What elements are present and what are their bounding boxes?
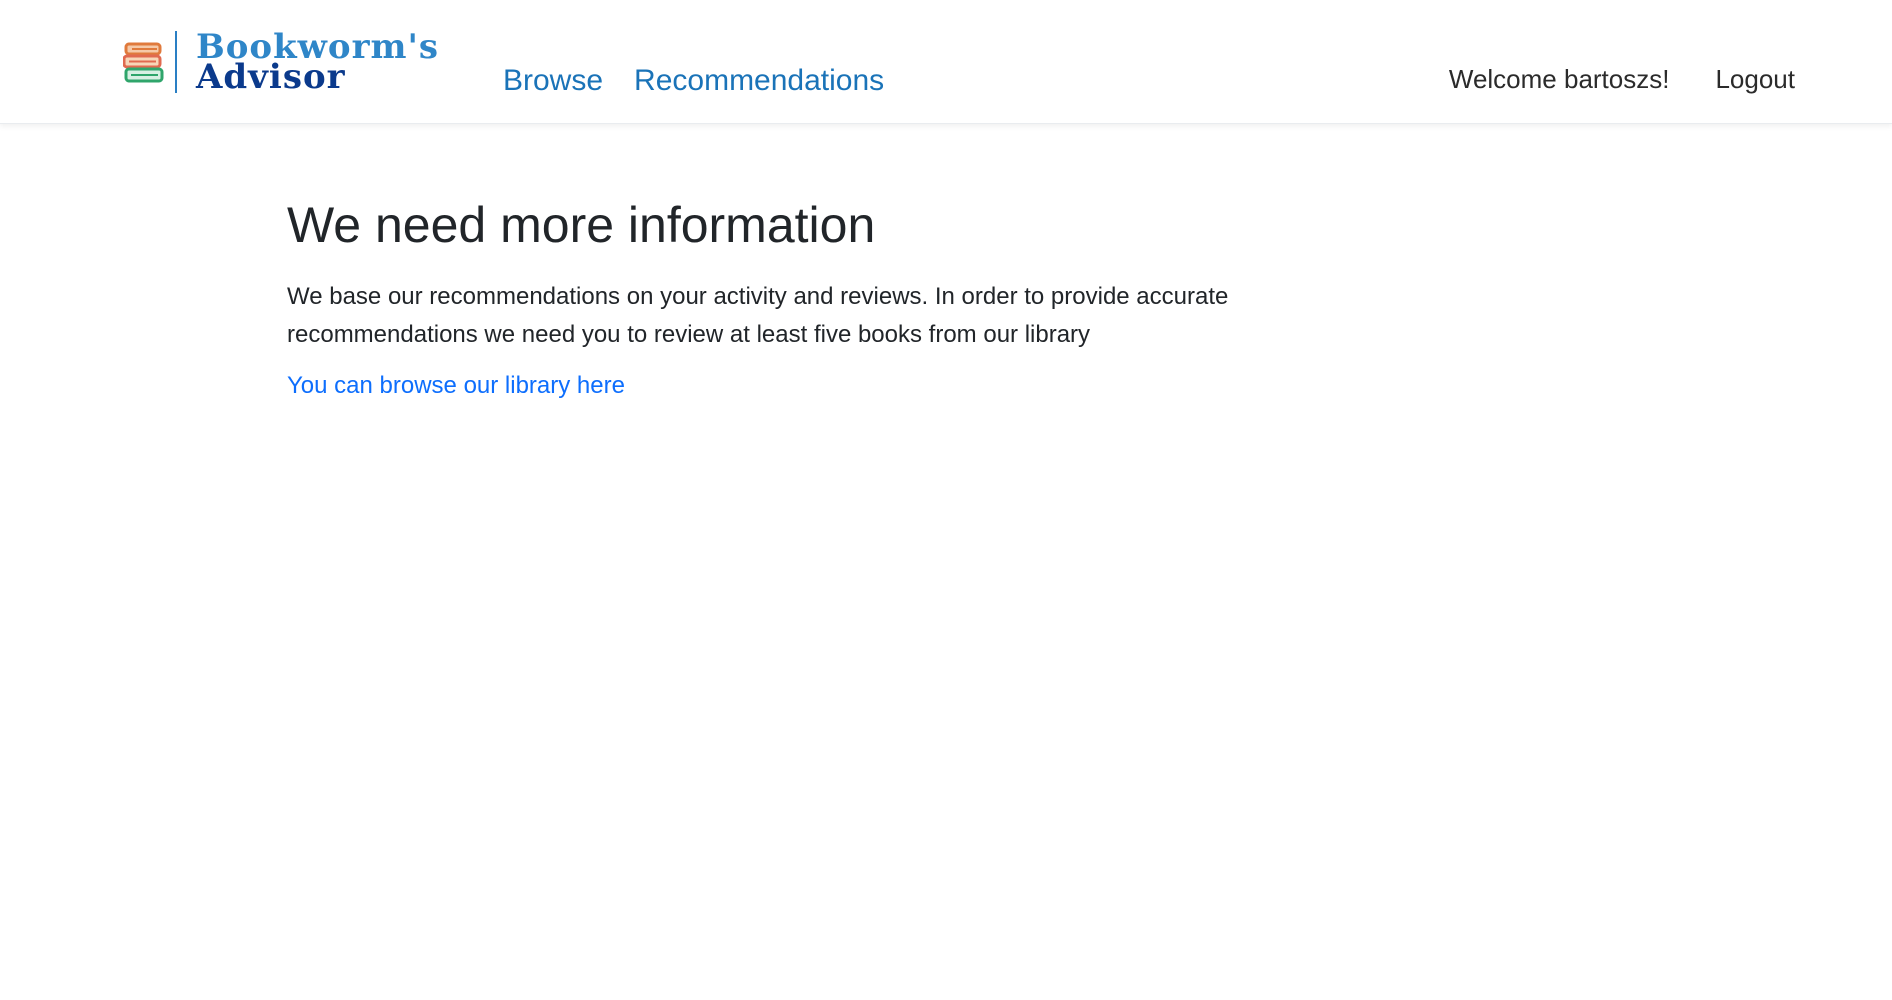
brand-name: Bookworm's Advisor — [196, 30, 439, 97]
nav-recommendations-link[interactable]: Recommendations — [634, 64, 884, 98]
nav-browse-link[interactable]: Browse — [503, 64, 603, 98]
navbar: Bookworm's Advisor Browse Recommendation… — [0, 0, 1892, 124]
book-stack-icon — [123, 42, 164, 83]
logout-link[interactable]: Logout — [1715, 64, 1795, 95]
page-title: We need more information — [287, 197, 876, 253]
main-content: We need more information We base our rec… — [287, 190, 1287, 400]
user-menu: Welcome bartoszs! Logout — [1449, 64, 1795, 95]
brand-divider — [175, 31, 177, 93]
browse-library-link[interactable]: You can browse our library here — [287, 372, 625, 400]
brand-line2: Advisor — [196, 57, 346, 97]
main-nav: Browse Recommendations — [503, 64, 884, 98]
brand[interactable]: Bookworm's Advisor — [123, 30, 439, 94]
info-description: We base our recommendations on your acti… — [287, 283, 1229, 348]
welcome-text: Welcome bartoszs! — [1448, 64, 1670, 94]
